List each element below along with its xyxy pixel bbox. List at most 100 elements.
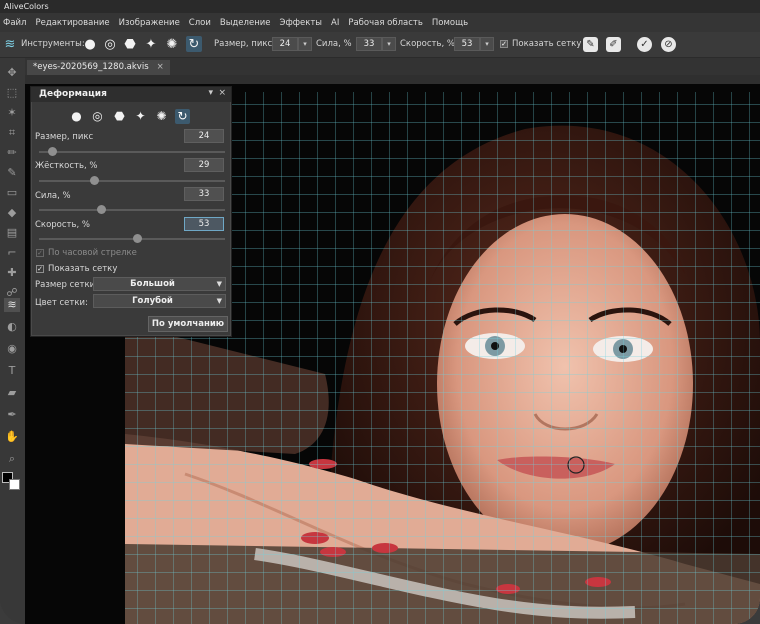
panel-header: Деформация ▾ × xyxy=(31,87,231,102)
panel-show-grid-label: Показать сетку xyxy=(48,264,118,274)
grid-size-value: Большой xyxy=(130,279,175,289)
size-label: Размер, пикс xyxy=(214,39,273,49)
dropper-tool-icon[interactable]: ⌐ xyxy=(4,246,20,260)
size-dropdown[interactable]: ▾ xyxy=(298,37,312,51)
panel-strength-label: Сила, % xyxy=(35,191,71,201)
panel-twirl-left-icon[interactable]: ◎ xyxy=(90,109,105,124)
magic-wand-icon[interactable]: ✶ xyxy=(4,106,20,120)
menu-effects[interactable]: Эффекты xyxy=(280,18,323,28)
speed-dropdown[interactable]: ▾ xyxy=(480,37,494,51)
grid-color-select[interactable]: Голубой ▼ xyxy=(93,294,226,308)
apply-check-icon[interactable]: ✓ xyxy=(637,37,652,52)
show-grid-label: Показать сетку xyxy=(512,39,582,49)
app-title: AliveColors xyxy=(4,2,49,11)
eraser-tool-icon[interactable]: ▭ xyxy=(4,186,20,200)
pen-tool-icon[interactable]: ✒ xyxy=(4,408,20,422)
ruler xyxy=(25,75,760,84)
panel-show-grid-checkbox[interactable]: ✓ xyxy=(36,265,44,273)
deform-tool-icon[interactable]: ≋ xyxy=(4,298,20,312)
speed-input[interactable]: 53 xyxy=(454,37,480,51)
strength-slider-knob[interactable] xyxy=(97,205,107,214)
twirl-icon[interactable]: ✺ xyxy=(164,36,180,52)
menu-edit[interactable]: Редактирование xyxy=(35,18,109,28)
panel-restore-icon[interactable]: ↻ xyxy=(175,109,190,124)
grid-size-label: Размер сетки: xyxy=(35,280,98,290)
size-slider-knob[interactable] xyxy=(47,147,57,156)
panel-hardness-label: Жёсткость, % xyxy=(35,161,98,171)
menu-workspace[interactable]: Рабочая область xyxy=(348,18,423,28)
blur-tool-icon[interactable]: ◉ xyxy=(4,342,20,356)
close-tab-icon[interactable]: × xyxy=(157,62,164,72)
pinch-icon[interactable]: ✦ xyxy=(143,36,159,52)
panel-close-icon[interactable]: × xyxy=(218,88,226,98)
twirl-left-icon[interactable]: ◎ xyxy=(102,36,118,52)
clockwise-label: По часовой стрелке xyxy=(48,248,137,258)
title-bar: AliveColors xyxy=(0,0,760,13)
chevron-down-icon: ▼ xyxy=(216,280,222,288)
grid-color-value: Голубой xyxy=(132,296,173,306)
zoom-tool-icon[interactable]: ⌕ xyxy=(4,452,20,466)
background-color-swatch[interactable] xyxy=(9,479,20,490)
deformation-panel: Деформация ▾ × ● ◎ ⬣ ✦ ✺ ↻ Размер, пикс … xyxy=(30,86,232,337)
document-tab-title: *eyes-2020569_1280.akvis xyxy=(33,62,149,72)
speed-label: Скорость, % xyxy=(400,39,455,49)
strength-input[interactable]: 33 xyxy=(356,37,382,51)
bloat-icon[interactable]: ⬣ xyxy=(122,36,138,52)
tools-sidebar: ✥ ⬚ ✶ ⌗ ✏ ✎ ▭ ◆ ▤ ⌐ ✚ ☍ ≋ ◐ ◉ T ▰ ✒ ✋ ⌕ xyxy=(0,58,26,624)
hardness-slider[interactable] xyxy=(39,176,225,185)
crop-tool-icon[interactable]: ⌗ xyxy=(4,126,20,140)
gradient-tool-icon[interactable]: ▤ xyxy=(4,226,20,240)
panel-twirl-icon[interactable]: ✺ xyxy=(154,109,169,124)
menu-help[interactable]: Помощь xyxy=(432,18,468,28)
clockwise-checkbox[interactable]: ✓ xyxy=(36,249,44,257)
panel-menu-icon[interactable]: ▾ xyxy=(208,88,213,98)
options-bar: ≋ Инструменты: ● ◎ ⬣ ✦ ✺ ↻ Размер, пикс … xyxy=(0,32,760,58)
size-input[interactable]: 24 xyxy=(272,37,298,51)
move-tool-icon[interactable]: ✥ xyxy=(4,66,20,80)
menu-select[interactable]: Выделение xyxy=(220,18,271,28)
shape-tool-icon[interactable]: ▰ xyxy=(4,386,20,400)
size-slider[interactable] xyxy=(39,147,225,156)
grid-size-select[interactable]: Большой ▼ xyxy=(93,277,226,291)
panel-strength-input[interactable]: 33 xyxy=(184,187,224,201)
panel-pinch-icon[interactable]: ✦ xyxy=(133,109,148,124)
hardness-slider-knob[interactable] xyxy=(90,176,100,185)
fill-tool-icon[interactable]: ◆ xyxy=(4,206,20,220)
default-button[interactable]: По умолчанию xyxy=(148,316,228,332)
menu-ai[interactable]: AI xyxy=(331,18,339,28)
dodge-tool-icon[interactable]: ◐ xyxy=(4,320,20,334)
apply-brush-icon[interactable]: ✎ xyxy=(583,37,598,52)
speed-slider[interactable] xyxy=(39,234,225,243)
menu-bar: Файл Редактирование Изображение Слои Выд… xyxy=(0,13,760,32)
cancel-icon[interactable]: ⊘ xyxy=(661,37,676,52)
menu-image[interactable]: Изображение xyxy=(119,18,180,28)
strength-slider[interactable] xyxy=(39,205,225,214)
show-grid-checkbox[interactable]: ✓ xyxy=(500,40,508,48)
strength-label: Сила, % xyxy=(316,39,352,49)
panel-push-tool-icon[interactable]: ● xyxy=(69,109,84,124)
panel-title: Деформация xyxy=(39,89,107,99)
panel-size-input[interactable]: 24 xyxy=(184,129,224,143)
panel-size-label: Размер, пикс xyxy=(35,132,94,142)
marquee-tool-icon[interactable]: ⬚ xyxy=(4,86,20,100)
panel-bloat-icon[interactable]: ⬣ xyxy=(112,109,127,124)
panel-hardness-input[interactable]: 29 xyxy=(184,158,224,172)
brush-settings-icon[interactable]: ✐ xyxy=(606,37,621,52)
document-tabs: *eyes-2020569_1280.akvis × xyxy=(25,58,760,75)
text-tool-icon[interactable]: T xyxy=(4,364,20,378)
brush-tool-icon[interactable]: ✏ xyxy=(4,146,20,160)
hand-tool-icon[interactable]: ✋ xyxy=(4,430,20,444)
restore-icon[interactable]: ↻ xyxy=(186,36,202,52)
pencil-tool-icon[interactable]: ✎ xyxy=(4,166,20,180)
menu-file[interactable]: Файл xyxy=(3,18,26,28)
grid-color-label: Цвет сетки: xyxy=(35,298,88,308)
clone-tool-icon[interactable]: ✚ xyxy=(4,266,20,280)
panel-speed-input[interactable]: 53 xyxy=(184,217,224,231)
strength-dropdown[interactable]: ▾ xyxy=(382,37,396,51)
wave-logo-icon: ≋ xyxy=(4,36,16,52)
panel-speed-label: Скорость, % xyxy=(35,220,90,230)
document-tab[interactable]: *eyes-2020569_1280.akvis × xyxy=(27,60,170,75)
speed-slider-knob[interactable] xyxy=(132,234,142,243)
push-tool-icon[interactable]: ● xyxy=(82,36,98,52)
menu-layers[interactable]: Слои xyxy=(189,18,211,28)
